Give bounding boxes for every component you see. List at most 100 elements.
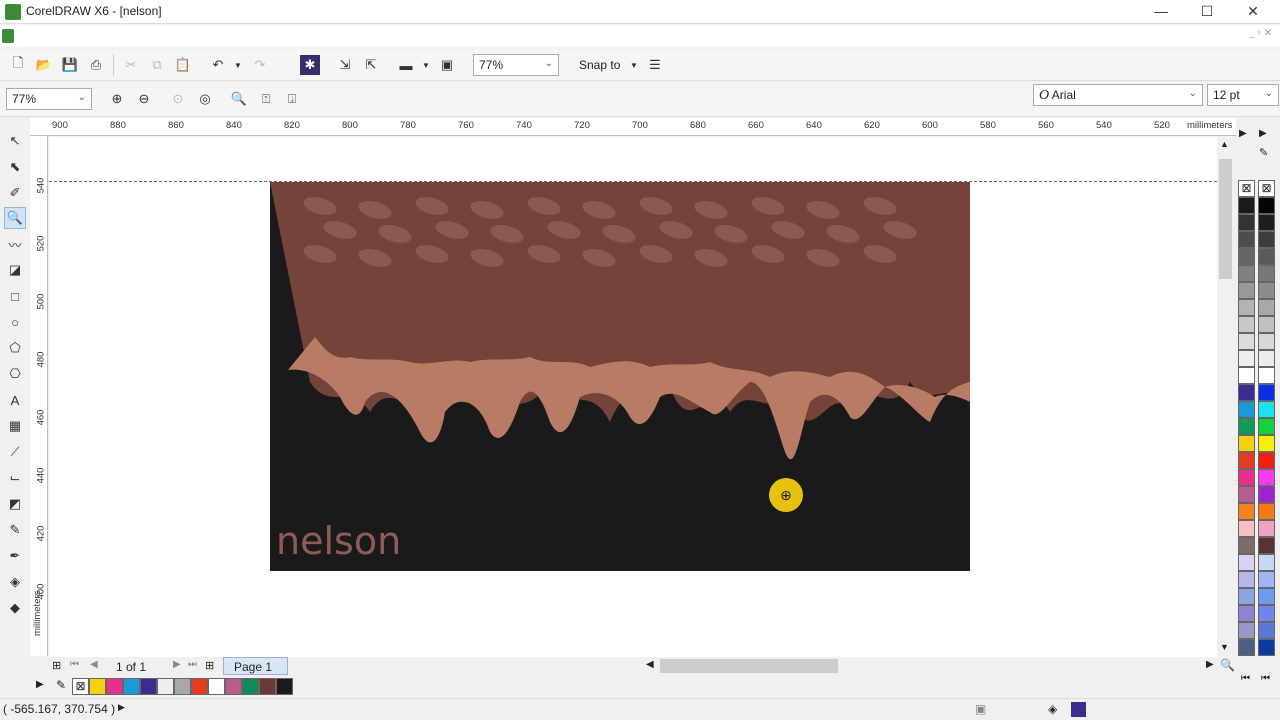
color-swatch[interactable] (1258, 452, 1275, 469)
color-swatch[interactable] (276, 678, 293, 695)
scroll-up-icon[interactable]: ▲ (1220, 139, 1229, 149)
crop-tool-icon[interactable]: ✐ (4, 182, 26, 204)
color-swatch[interactable] (1238, 503, 1255, 520)
artwork-page[interactable]: nelson (270, 182, 970, 571)
last-page-icon[interactable]: ⏭ (188, 659, 197, 670)
zoom-in-icon[interactable]: ⊕ (107, 89, 127, 109)
color-swatch[interactable] (1238, 486, 1255, 503)
color-swatch[interactable] (1258, 503, 1275, 520)
palette-flyout-icon-2[interactable]: ▶ (1259, 128, 1267, 139)
new-icon[interactable]: 🗋 (8, 55, 28, 75)
polygon-tool-icon[interactable]: ⬠ (4, 337, 26, 359)
horizontal-ruler[interactable]: 900 880 860 840 820 800 780 760 740 720 700 680 660 6… (30, 118, 1236, 136)
color-swatch[interactable] (1258, 554, 1275, 571)
zoom-tool-icon[interactable]: 🔍 (4, 207, 26, 229)
publish-dropdown-icon[interactable]: ▼ (416, 55, 436, 75)
color-swatch[interactable] (1238, 384, 1255, 401)
color-swatch[interactable] (89, 678, 106, 695)
first-page-icon[interactable]: ⏮ (70, 659, 79, 670)
color-swatch[interactable] (1258, 639, 1275, 656)
color-swatch[interactable] (1238, 469, 1255, 486)
color-swatch[interactable] (1258, 588, 1275, 605)
color-swatch[interactable] (1238, 282, 1255, 299)
zoom-selected-icon[interactable]: ⊙ (168, 89, 188, 109)
copy-icon[interactable]: ⧉ (147, 55, 167, 75)
color-swatch[interactable] (1258, 401, 1275, 418)
color-swatch[interactable] (1258, 486, 1275, 503)
scroll-left-icon[interactable]: ◀ (646, 659, 654, 670)
color-swatch[interactable] (1258, 435, 1275, 452)
color-swatch[interactable] (1258, 469, 1275, 486)
vertical-scrollbar[interactable]: ▲ ▼ (1217, 137, 1234, 657)
color-swatch[interactable] (1258, 282, 1275, 299)
color-swatch[interactable] (1238, 520, 1255, 537)
palette-first-icon[interactable]: ⏮ (1241, 673, 1250, 684)
color-swatch[interactable] (1258, 418, 1275, 435)
interactive-fill-icon[interactable]: ◆ (4, 597, 26, 619)
color-swatch[interactable] (1238, 401, 1255, 418)
font-size-select[interactable]: 12 pt ⌄ (1207, 84, 1279, 106)
publish-pdf-icon[interactable]: ▬ (396, 55, 416, 75)
color-swatch[interactable] (174, 678, 191, 695)
close-button[interactable]: ✕ (1230, 0, 1276, 24)
color-swatch[interactable] (1258, 248, 1275, 265)
zoom-level-select[interactable]: 77% ⌄ (473, 54, 559, 76)
color-swatch[interactable] (1258, 197, 1275, 214)
eyedropper-tool-icon[interactable]: ✎ (4, 519, 26, 541)
color-swatch[interactable] (1238, 622, 1255, 639)
next-page-icon[interactable]: ▶ (173, 659, 181, 670)
palette-first-icon-2[interactable]: ⏮ (1261, 673, 1270, 684)
color-swatch[interactable] (1258, 605, 1275, 622)
export-icon[interactable]: ⇱ (361, 55, 381, 75)
undo-icon[interactable]: ↶ (208, 55, 228, 75)
drawing-canvas[interactable]: nelson ⊕ (49, 137, 1217, 657)
dimension-tool-icon[interactable]: ⟋ (4, 441, 26, 463)
connector-tool-icon[interactable]: ⌙ (4, 467, 26, 489)
rectangle-tool-icon[interactable]: □ (4, 285, 26, 307)
color-swatch[interactable] (1238, 605, 1255, 622)
options-icon[interactable]: ☰ (645, 55, 665, 75)
color-swatch[interactable] (1238, 214, 1255, 231)
color-swatch[interactable] (208, 678, 225, 695)
zoom-nav-icon[interactable]: 🔍 (1220, 658, 1235, 672)
vertical-ruler[interactable]: 540 520 500 480 460 440 420 400 millimeters (30, 136, 48, 656)
save-icon[interactable]: 💾 (60, 55, 80, 75)
color-swatch[interactable] (225, 678, 242, 695)
add-page-after-icon[interactable]: ⊞ (205, 659, 214, 672)
color-swatch[interactable] (1258, 622, 1275, 639)
color-swatch[interactable] (1258, 299, 1275, 316)
color-swatch[interactable] (1258, 537, 1275, 554)
color-swatch[interactable] (1238, 537, 1255, 554)
color-swatch[interactable] (1258, 367, 1275, 384)
color-swatch[interactable] (1258, 265, 1275, 282)
color-swatch[interactable] (1238, 231, 1255, 248)
fill-tool-icon[interactable]: ◈ (4, 571, 26, 593)
add-page-before-icon[interactable]: ⊞ (52, 659, 61, 672)
color-swatch[interactable] (1258, 231, 1275, 248)
color-swatch[interactable] (1238, 367, 1255, 384)
undo-dropdown-icon[interactable]: ▼ (228, 55, 248, 75)
zoom-select[interactable]: 77% ⌄ (6, 88, 92, 110)
maximize-button[interactable]: ☐ (1184, 0, 1230, 24)
scroll-thumb[interactable] (1219, 159, 1232, 279)
color-swatch[interactable] (1238, 554, 1255, 571)
doc-no-color-swatch[interactable]: ⊠ (72, 678, 89, 695)
zoom-page-height-icon[interactable]: ⍗ (282, 89, 302, 109)
zoom-out-icon[interactable]: ⊖ (134, 89, 154, 109)
table-tool-icon[interactable]: ▦ (4, 415, 26, 437)
eyedropper-icon[interactable]: ✎ (1259, 146, 1268, 159)
color-swatch[interactable] (123, 678, 140, 695)
freehand-tool-icon[interactable]: 〰 (4, 233, 26, 255)
color-swatch[interactable] (1238, 197, 1255, 214)
horizontal-scroll-thumb[interactable] (660, 659, 838, 673)
color-swatch[interactable] (1238, 350, 1255, 367)
no-color-swatch-2[interactable]: ⊠ (1258, 180, 1275, 197)
color-swatch[interactable] (140, 678, 157, 695)
page-tab[interactable]: Page 1 (223, 657, 288, 675)
doc-palette-flyout-icon[interactable]: ▶ (36, 679, 44, 690)
color-swatch[interactable] (259, 678, 276, 695)
search-content-icon[interactable]: ✱ (300, 55, 320, 75)
color-swatch[interactable] (1238, 333, 1255, 350)
color-swatch[interactable] (191, 678, 208, 695)
color-swatch[interactable] (1258, 333, 1275, 350)
